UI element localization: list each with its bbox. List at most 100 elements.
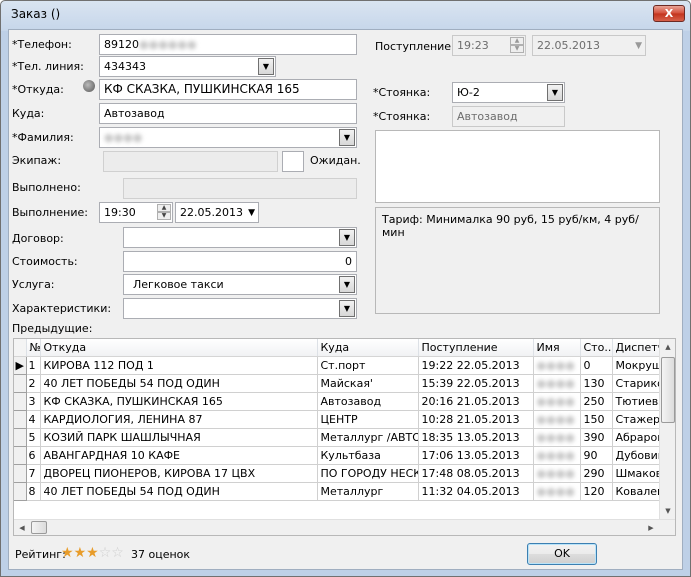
chevron-down-icon[interactable]: ▼ xyxy=(339,276,355,293)
cell-from: 40 ЛЕТ ПОБЕДЫ 54 ПОД ОДИН xyxy=(40,482,318,501)
chevron-down-icon[interactable]: ▼ xyxy=(339,300,355,317)
cell-from: ДВОРЕЦ ПИОНЕРОВ, КИРОВА 17 ЦВХ xyxy=(40,464,318,483)
surname-label: *Фамилия: xyxy=(12,131,74,144)
horizontal-scroll-thumb[interactable] xyxy=(31,521,47,534)
cell-cost: 390 xyxy=(580,428,613,447)
col-received[interactable]: Поступление xyxy=(418,339,534,357)
execution-label: Выполнение: xyxy=(12,206,88,219)
received-time-value: 19:23 xyxy=(457,39,489,52)
chevron-down-icon[interactable]: ▼ xyxy=(339,229,355,246)
execution-time-field[interactable]: 19:30 ▲ ▼ xyxy=(99,202,173,223)
table-row[interactable]: 5 КОЗИЙ ПАРК ШАШЛЫЧНАЯ Металлург /АВТОЗ … xyxy=(14,428,661,447)
notes-area[interactable] xyxy=(375,130,660,203)
scroll-right-icon[interactable]: ▶ xyxy=(643,520,659,535)
execution-date-field[interactable]: 22.05.2013 ▼ xyxy=(175,202,259,223)
table-row[interactable]: 6 АВАНГАРДНАЯ 10 КАФЕ Культбаза 17:06 13… xyxy=(14,446,661,465)
title-bar: Заказ () X xyxy=(1,1,690,29)
cell-name: ●●●● xyxy=(533,482,581,501)
service-combo[interactable]: Легковое такси ▼ xyxy=(123,274,357,295)
contract-combo[interactable]: ▼ xyxy=(123,227,357,248)
cell-cost: 130 xyxy=(580,374,613,393)
name-redacted: ●●●● xyxy=(536,430,575,444)
right-triangle-icon: ▶ xyxy=(14,356,27,375)
parking1-combo[interactable]: Ю-2 ▼ xyxy=(452,82,565,103)
tel-line-label: *Тел. линия: xyxy=(12,60,84,73)
parking2-label: *Стоянка: xyxy=(373,110,431,123)
phone-value: 89120 xyxy=(104,38,139,51)
received-time-field: 19:23 ▲ ▼ xyxy=(452,35,526,56)
spin-icon[interactable]: ▲ ▼ xyxy=(157,204,171,221)
cost-field[interactable]: 0 xyxy=(123,251,357,272)
cell-to: Ст.порт xyxy=(317,356,419,375)
cell-received: 18:35 13.05.2013 xyxy=(418,428,534,447)
cell-number: 5 xyxy=(26,428,41,447)
service-label: Услуга: xyxy=(12,278,55,291)
from-field[interactable]: КФ СКАЗКА, ПУШКИНСКАЯ 165 xyxy=(99,79,357,100)
wait-field[interactable] xyxy=(282,151,304,172)
tariff-panel: Тариф: Минималка 90 руб, 15 руб/км, 4 ру… xyxy=(375,207,660,314)
vertical-scrollbar[interactable]: ▲ ▼ xyxy=(659,339,675,519)
name-redacted: ●●●● xyxy=(536,358,575,372)
from-label: *Откуда: xyxy=(12,83,64,96)
table-row[interactable]: 3 КФ СКАЗКА, ПУШКИНСКАЯ 165 Автозавод 20… xyxy=(14,392,661,411)
cell-dispatcher: Абрарова xyxy=(612,428,661,447)
tariff-text: Тариф: Минималка 90 руб, 15 руб/км, 4 ру… xyxy=(382,213,639,239)
rating-label: Рейтинг: xyxy=(15,548,66,561)
scroll-left-icon[interactable]: ◀ xyxy=(14,520,30,535)
vertical-scroll-thumb[interactable] xyxy=(661,357,675,423)
to-label: Куда: xyxy=(12,107,45,120)
cell-dispatcher: Старикова xyxy=(612,374,661,393)
done-field[interactable] xyxy=(123,178,357,199)
chevron-down-icon[interactable]: ▼ xyxy=(248,206,255,221)
table-row[interactable]: 4 КАРДИОЛОГИЯ, ЛЕНИНА 87 ЦЕНТР 10:28 21.… xyxy=(14,410,661,429)
orders-table: № Откуда Куда Поступление Имя Сто... Дис… xyxy=(14,339,661,501)
scroll-down-icon[interactable]: ▼ xyxy=(660,503,675,519)
cell-to: ЦЕНТР xyxy=(317,410,419,429)
close-button[interactable]: X xyxy=(653,5,685,22)
tel-line-combo[interactable]: 434343 ▼ xyxy=(99,56,276,77)
cell-cost: 150 xyxy=(580,410,613,429)
previous-orders-grid: № Откуда Куда Поступление Имя Сто... Дис… xyxy=(13,338,676,536)
cell-dispatcher: Стажер 4 xyxy=(612,410,661,429)
col-name[interactable]: Имя xyxy=(533,339,581,357)
window-title: Заказ () xyxy=(11,7,61,21)
characteristics-combo[interactable]: ▼ xyxy=(123,298,357,319)
name-redacted: ●●●● xyxy=(536,394,575,408)
to-field[interactable]: Автозавод xyxy=(99,103,357,124)
cell-dispatcher: Мокрушин xyxy=(612,356,661,375)
table-row[interactable]: ▶ 1 КИРОВА 112 ПОД 1 Ст.порт 19:22 22.05… xyxy=(14,356,661,375)
cost-label: Стоимость: xyxy=(12,255,78,268)
col-number[interactable]: № xyxy=(26,339,41,357)
table-row[interactable]: 7 ДВОРЕЦ ПИОНЕРОВ, КИРОВА 17 ЦВХ ПО ГОРО… xyxy=(14,464,661,483)
cell-name: ●●●● xyxy=(533,464,581,483)
chevron-down-icon[interactable]: ▼ xyxy=(258,58,274,75)
cell-to: ПО ГОРОДУ НЕСК xyxy=(317,464,419,483)
chevron-down-icon[interactable]: ▼ xyxy=(547,84,563,101)
cell-number: 4 xyxy=(26,410,41,429)
scroll-up-icon[interactable]: ▲ xyxy=(660,339,675,355)
col-from[interactable]: Откуда xyxy=(40,339,318,357)
phone-field[interactable]: 89120●●●●●● xyxy=(99,34,357,55)
star-filled-icon: ★ xyxy=(73,545,87,561)
cell-number: 8 xyxy=(26,482,41,501)
table-row[interactable]: 8 40 ЛЕТ ПОБЕДЫ 54 ПОД ОДИН Металлург 11… xyxy=(14,482,661,501)
name-redacted: ●●●● xyxy=(536,376,575,390)
name-redacted: ●●●● xyxy=(536,412,575,426)
cell-number: 7 xyxy=(26,464,41,483)
col-dispatcher[interactable]: Диспетч xyxy=(612,339,661,357)
cell-dispatcher: Шмакова xyxy=(612,464,661,483)
cell-from: КАРДИОЛОГИЯ, ЛЕНИНА 87 xyxy=(40,410,318,429)
characteristics-label: Характеристики: xyxy=(12,302,112,315)
chevron-down-icon[interactable]: ▼ xyxy=(339,129,355,146)
cell-to: Металлург /АВТОЗ xyxy=(317,428,419,447)
ok-button[interactable]: OK xyxy=(527,543,597,565)
cell-name: ●●●● xyxy=(533,392,581,411)
execution-date-value: 22.05.2013 xyxy=(180,206,243,219)
horizontal-scrollbar[interactable]: ◀ ▶ xyxy=(14,519,675,535)
surname-combo[interactable]: ●●●● ▼ xyxy=(99,127,357,148)
col-cost[interactable]: Сто... xyxy=(580,339,613,357)
crew-field[interactable] xyxy=(103,151,278,172)
map-pin-icon[interactable] xyxy=(83,80,95,92)
col-to[interactable]: Куда xyxy=(317,339,419,357)
table-row[interactable]: 2 40 ЛЕТ ПОБЕДЫ 54 ПОД ОДИН Майская' 15:… xyxy=(14,374,661,393)
